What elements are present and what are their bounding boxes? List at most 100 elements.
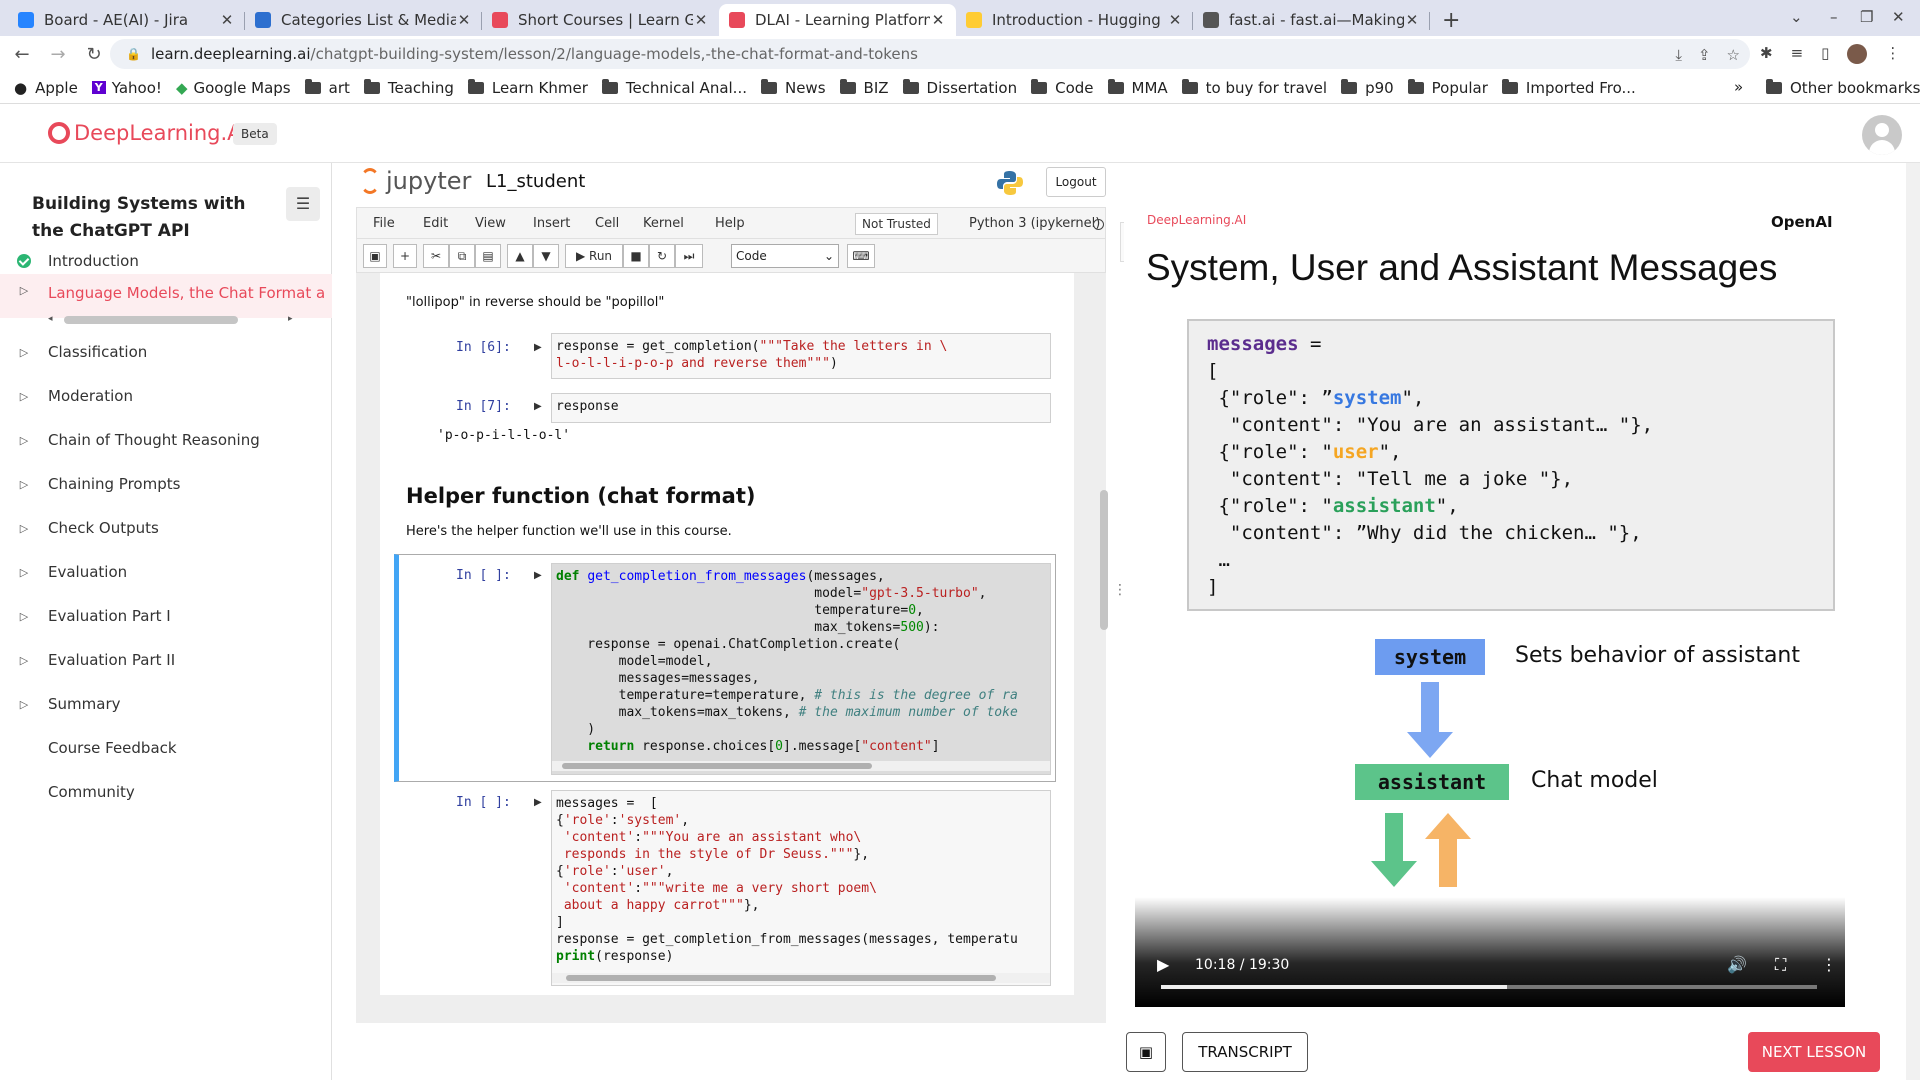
jupyter-menu-file[interactable]: File (373, 216, 395, 231)
browser-tab[interactable]: Categories List & Media S ✕ (245, 4, 482, 36)
browser-tab[interactable]: Short Courses | Learn Gen✕ (482, 4, 719, 36)
install-icon[interactable]: ⤓ (1675, 46, 1682, 64)
code-cell-input[interactable]: response (551, 393, 1051, 423)
jupyter-menu-cell[interactable]: Cell (595, 216, 619, 231)
run-cell-icon[interactable]: ▶ (534, 797, 542, 808)
video-progress-bar[interactable] (1161, 985, 1817, 989)
bookmark-item[interactable]: ◆ Google Maps (176, 79, 291, 97)
cell-type-select[interactable]: Code ⌄ (731, 244, 839, 268)
sidebar-lesson-item[interactable]: ▷ Evaluation Part I (0, 594, 332, 638)
sidebar-lesson-item[interactable]: ▷ Classification (0, 330, 332, 374)
sidebar-lesson-item[interactable]: ▷ Language Models, the Chat Format a (0, 274, 332, 318)
cell-horizontal-scrollbar[interactable] (552, 761, 1050, 771)
bookmark-item[interactable]: p90 (1341, 78, 1394, 97)
next-lesson-button[interactable]: NEXT LESSON (1748, 1032, 1880, 1072)
paste-icon[interactable]: ▤ (475, 244, 501, 268)
tab-close-icon[interactable]: ✕ (930, 11, 946, 29)
restore-icon[interactable]: ❐ (1860, 8, 1873, 26)
bookmark-item[interactable]: Learn Khmer (467, 78, 588, 97)
bookmark-item[interactable]: art (304, 78, 350, 97)
bookmark-item[interactable]: Dissertation (902, 78, 1017, 97)
play-icon[interactable]: ▶ (1157, 955, 1169, 974)
run-cell-icon[interactable]: ▶ (534, 570, 542, 581)
code-cell-input[interactable]: response = get_completion("""Take the le… (551, 333, 1051, 379)
browser-menu-icon[interactable]: ⋮ (1885, 44, 1900, 64)
video-more-icon[interactable]: ⋮ (1821, 955, 1837, 974)
notebook-vertical-scrollbar[interactable] (1098, 275, 1108, 990)
tab-close-icon[interactable]: ✕ (219, 11, 235, 29)
tab-close-icon[interactable]: ✕ (1167, 11, 1183, 29)
forward-icon[interactable]: → (44, 44, 72, 65)
share-icon[interactable]: ⇪ (1698, 46, 1711, 64)
minimize-icon[interactable]: – (1830, 8, 1838, 26)
copy-icon[interactable]: ⧉ (449, 244, 475, 268)
sidebar-lesson-item[interactable]: ▷ Chain of Thought Reasoning (0, 418, 332, 462)
bookmark-star-icon[interactable]: ☆ (1727, 46, 1740, 64)
close-window-icon[interactable]: ✕ (1892, 8, 1905, 26)
browser-tab[interactable]: DLAI - Learning Platform ✕ (719, 4, 956, 36)
cut-icon[interactable]: ✂ (423, 244, 449, 268)
sidebar-lesson-item[interactable]: ▷ Summary (0, 682, 332, 726)
insert-cell-icon[interactable]: + (393, 244, 417, 268)
url-input[interactable]: 🔒 learn.deeplearning.ai/chatgpt-building… (110, 39, 1750, 69)
run-cell-icon[interactable]: ▶ (534, 401, 542, 412)
deeplearning-logo[interactable]: DeepLearning.AI (48, 121, 248, 145)
jupyter-menu-insert[interactable]: Insert (533, 216, 570, 231)
reading-list-icon[interactable]: ≡ (1791, 44, 1804, 64)
sidebar-lesson-item[interactable]: ▷ Check Outputs (0, 506, 332, 550)
tab-close-icon[interactable]: ✕ (456, 11, 472, 29)
jupyter-menu-help[interactable]: Help (715, 216, 745, 231)
code-cell-input[interactable]: messages = [ {'role':'system', 'content'… (551, 790, 1051, 986)
bookmark-item[interactable]: News (760, 78, 826, 97)
jupyter-logo[interactable]: jupyter (360, 167, 471, 195)
lesson-horizontal-scrollbar[interactable]: ◂ ▸ (48, 314, 302, 326)
bookmark-item[interactable]: MMA (1107, 78, 1168, 97)
other-bookmarks[interactable]: Other bookmarks (1766, 79, 1920, 97)
reload-icon[interactable]: ↻ (80, 44, 108, 65)
sidebar-lesson-item[interactable]: Community (0, 770, 332, 814)
bookmark-item[interactable]: Popular (1407, 78, 1488, 97)
bookmark-item[interactable]: Teaching (363, 78, 454, 97)
run-button[interactable]: ▶ Run (565, 244, 623, 268)
bookmark-item[interactable]: Y Yahoo! (91, 79, 162, 97)
volume-icon[interactable]: 🔊 (1727, 955, 1747, 974)
collapse-menu-icon[interactable]: ☰ (286, 187, 320, 221)
restart-run-all-icon[interactable]: ⏭ (675, 244, 703, 268)
sidebar-lesson-item[interactable]: ▷ Evaluation Part II (0, 638, 332, 682)
video-toggle-icon[interactable]: ▣ (1126, 1032, 1166, 1072)
bookmark-item[interactable]: BIZ (839, 78, 889, 97)
jupyter-menu-kernel[interactable]: Kernel (643, 216, 684, 231)
user-avatar-icon[interactable] (1862, 115, 1902, 155)
transcript-button[interactable]: TRANSCRIPT (1182, 1032, 1308, 1072)
bookmarks-overflow-icon[interactable]: » (1734, 78, 1743, 96)
restart-icon[interactable]: ↻ (649, 244, 675, 268)
extensions-icon[interactable]: ✱ (1760, 44, 1773, 64)
tab-search-icon[interactable]: ⌄ (1790, 8, 1803, 26)
bookmark-item[interactable]: ● Apple (14, 79, 78, 97)
bookmark-item[interactable]: Imported Fro... (1501, 78, 1636, 97)
run-cell-icon[interactable]: ▶ (534, 342, 542, 353)
sidebar-lesson-item[interactable]: Course Feedback (0, 726, 332, 770)
new-tab-icon[interactable]: + (1442, 4, 1460, 36)
side-panel-icon[interactable]: ▯ (1821, 44, 1829, 64)
video-player[interactable]: DeepLearning.AI OpenAI System, User and … (1135, 207, 1845, 1007)
not-trusted-badge[interactable]: Not Trusted (855, 213, 938, 235)
fullscreen-icon[interactable]: ⛶ (1775, 955, 1786, 975)
browser-tab[interactable]: Board - AE(AI) - Jira ✕ (8, 4, 245, 36)
sidebar-lesson-item[interactable]: ▷ Evaluation (0, 550, 332, 594)
tab-close-icon[interactable]: ✕ (693, 11, 709, 29)
cell-horizontal-scrollbar[interactable] (552, 973, 1050, 983)
profile-avatar[interactable] (1847, 44, 1868, 64)
jupyter-menu-view[interactable]: View (475, 216, 506, 231)
page-scrollbar[interactable] (1906, 163, 1920, 1080)
bookmark-item[interactable]: Code (1031, 78, 1094, 97)
logout-button[interactable]: Logout (1046, 167, 1106, 197)
move-down-icon[interactable]: ▼ (533, 244, 559, 268)
browser-tab[interactable]: Introduction - Hugging Fa ✕ (956, 4, 1193, 36)
sidebar-lesson-item[interactable]: ▷ Moderation (0, 374, 332, 418)
bookmark-item[interactable]: to buy for travel (1181, 78, 1327, 97)
code-cell-input[interactable]: def get_completion_from_messages(message… (551, 563, 1051, 775)
browser-tab[interactable]: fast.ai - fast.ai—Making n ✕ (1193, 4, 1430, 36)
notebook-name[interactable]: L1_student (486, 171, 585, 192)
stop-icon[interactable]: ■ (623, 244, 649, 268)
